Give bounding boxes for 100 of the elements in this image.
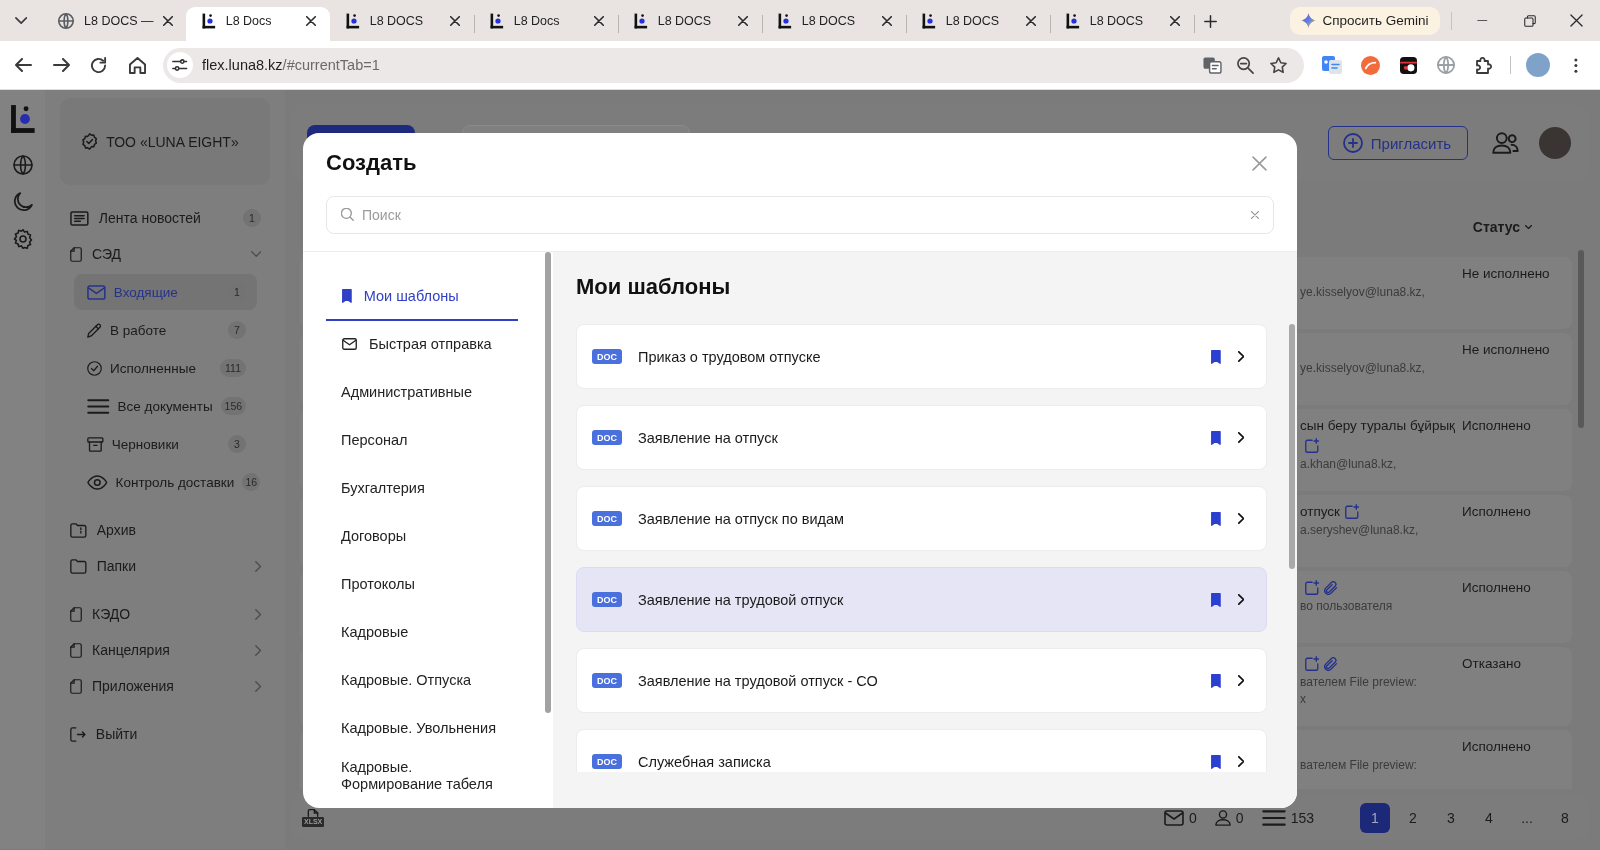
clear-icon[interactable] <box>1251 211 1259 219</box>
restore-icon[interactable] <box>1523 14 1536 27</box>
extension-icon[interactable] <box>1399 56 1417 74</box>
counter-value: 153 <box>1290 809 1314 826</box>
close-icon[interactable] <box>306 16 316 26</box>
category-item[interactable]: Мои шаблоны <box>326 273 518 321</box>
template-card[interactable]: DOC Заявление на трудовой отпуск - СО <box>576 648 1267 713</box>
browser-tab[interactable]: L8 DOCS <box>618 7 762 41</box>
category-item[interactable]: Кадровые. Увольнения <box>326 705 518 753</box>
reload-icon[interactable] <box>91 57 107 73</box>
logo-icon <box>922 13 936 29</box>
close-icon[interactable] <box>1170 16 1180 26</box>
bookmark-icon[interactable] <box>1210 349 1221 364</box>
nav-item[interactable]: Канцелярия <box>60 632 270 668</box>
category-item[interactable]: Персонал <box>326 417 518 465</box>
bookmark-icon[interactable] <box>1210 511 1221 526</box>
browser-tab[interactable]: L8 DOCS <box>906 7 1050 41</box>
category-item[interactable]: Кадровые <box>326 609 518 657</box>
template-card[interactable]: DOC Заявление на отпуск <box>576 405 1267 470</box>
moon-icon[interactable] <box>12 192 33 212</box>
page-button[interactable]: ... <box>1512 802 1542 833</box>
user-avatar[interactable] <box>1539 127 1571 159</box>
star-icon[interactable] <box>1270 56 1287 74</box>
bookmark-icon[interactable] <box>1210 754 1221 769</box>
nav-item[interactable]: Исполненные 111 <box>74 350 257 386</box>
template-card[interactable]: DOC Заявление на трудовой отпуск <box>576 567 1267 632</box>
browser-tab[interactable]: L8 DOCS <box>1050 7 1194 41</box>
template-card[interactable]: DOC Приказ о трудовом отпуске <box>576 324 1267 389</box>
nav-item[interactable]: Архив <box>60 512 270 548</box>
close-icon[interactable] <box>163 16 174 26</box>
chevron-down-icon[interactable] <box>14 17 28 24</box>
browser-tab[interactable]: L8 DOCS — <box>42 7 186 41</box>
page-button[interactable]: 1 <box>1360 802 1390 833</box>
page-button[interactable]: 4 <box>1474 802 1504 833</box>
nav-item[interactable]: Лента новостей 1 <box>60 200 270 236</box>
category-item[interactable]: Кадровые. Формирование табеля <box>326 753 518 801</box>
close-icon[interactable] <box>738 16 748 26</box>
globe-icon[interactable] <box>12 155 33 175</box>
close-icon[interactable] <box>450 16 460 26</box>
site-info-button[interactable] <box>167 52 193 78</box>
assistant-button[interactable]: Спросить Gemini <box>1290 6 1440 35</box>
puzzle-icon[interactable] <box>1475 56 1493 74</box>
category-item[interactable]: Протоколы <box>326 561 518 609</box>
globe-icon[interactable] <box>1437 56 1455 74</box>
forward-arrow-icon[interactable] <box>52 58 70 72</box>
logo-icon <box>9 104 36 134</box>
close-icon[interactable] <box>1026 16 1036 26</box>
browser-tab[interactable]: L8 DOCS <box>330 7 474 41</box>
nav-item[interactable]: КЭДО <box>60 596 270 632</box>
bookmark-icon[interactable] <box>1210 430 1221 445</box>
bookmark-icon[interactable] <box>1210 592 1221 607</box>
close-icon[interactable] <box>882 16 892 26</box>
category-item[interactable]: Кадровые. Отпуска <box>326 657 518 705</box>
nav-item[interactable]: Папки <box>60 548 270 584</box>
back-arrow-icon[interactable] <box>14 58 32 72</box>
profile-avatar[interactable] <box>1526 53 1550 77</box>
address-bar[interactable]: flex.luna8.kz/#currentTab=1 <box>163 47 1304 83</box>
translate-icon[interactable] <box>1203 56 1222 74</box>
page-button[interactable]: 2 <box>1398 802 1428 833</box>
nav-item[interactable]: Черновики 3 <box>74 426 257 462</box>
close-icon[interactable] <box>594 16 604 26</box>
scrollbar[interactable] <box>545 252 551 713</box>
column-header[interactable]: Статус <box>1472 219 1532 235</box>
template-card[interactable]: DOC Заявление на отпуск по видам <box>576 486 1267 551</box>
browser-tab[interactable]: L8 DOCS <box>762 7 906 41</box>
page-button[interactable]: 3 <box>1436 802 1466 833</box>
plus-icon[interactable] <box>1203 14 1217 28</box>
nav-item[interactable]: СЭД <box>60 236 270 272</box>
page-button[interactable]: 8 <box>1550 802 1580 833</box>
menu-icon[interactable] <box>1574 57 1578 73</box>
scrollbar[interactable] <box>1289 324 1295 569</box>
nav-item[interactable]: Приложения <box>60 668 270 704</box>
category-item[interactable]: Административные <box>326 369 518 417</box>
browser-tab[interactable]: L8 Docs <box>474 7 618 41</box>
nav-item[interactable]: Выйти <box>60 716 270 752</box>
template-card[interactable]: DOC Служебная записка <box>576 729 1267 772</box>
minimize-icon[interactable] <box>1477 19 1488 22</box>
nav-item[interactable]: Все документы 156 <box>74 388 257 424</box>
zoom-out-icon[interactable] <box>1237 56 1254 74</box>
bookmark-icon <box>342 289 352 303</box>
category-item[interactable]: Договоры <box>326 513 518 561</box>
document-icon <box>70 642 82 658</box>
status-text: Исполнено <box>1461 503 1532 521</box>
template-title: Заявление на трудовой отпуск <box>638 591 845 608</box>
close-icon[interactable] <box>1570 14 1583 27</box>
settings-icon[interactable] <box>12 229 33 249</box>
nav-item[interactable]: В работе 7 <box>74 312 257 348</box>
translate-extension-icon[interactable] <box>1322 56 1342 74</box>
category-item[interactable]: Бухгалтерия <box>326 465 518 513</box>
plus-circle-icon <box>1342 133 1363 153</box>
users-icon[interactable] <box>1492 132 1519 154</box>
bookmark-icon[interactable] <box>1210 673 1221 688</box>
category-item[interactable]: Быстрая отправка <box>326 321 518 369</box>
document-details: a.seryshev@luna8.kz, <box>1300 522 1420 539</box>
file-icon <box>307 808 320 817</box>
home-icon[interactable] <box>128 56 146 74</box>
logo-icon <box>490 13 504 29</box>
search-field[interactable]: Поиск <box>326 196 1274 234</box>
scrollbar[interactable] <box>1578 250 1584 428</box>
browser-tab[interactable]: L8 Docs <box>186 7 330 41</box>
